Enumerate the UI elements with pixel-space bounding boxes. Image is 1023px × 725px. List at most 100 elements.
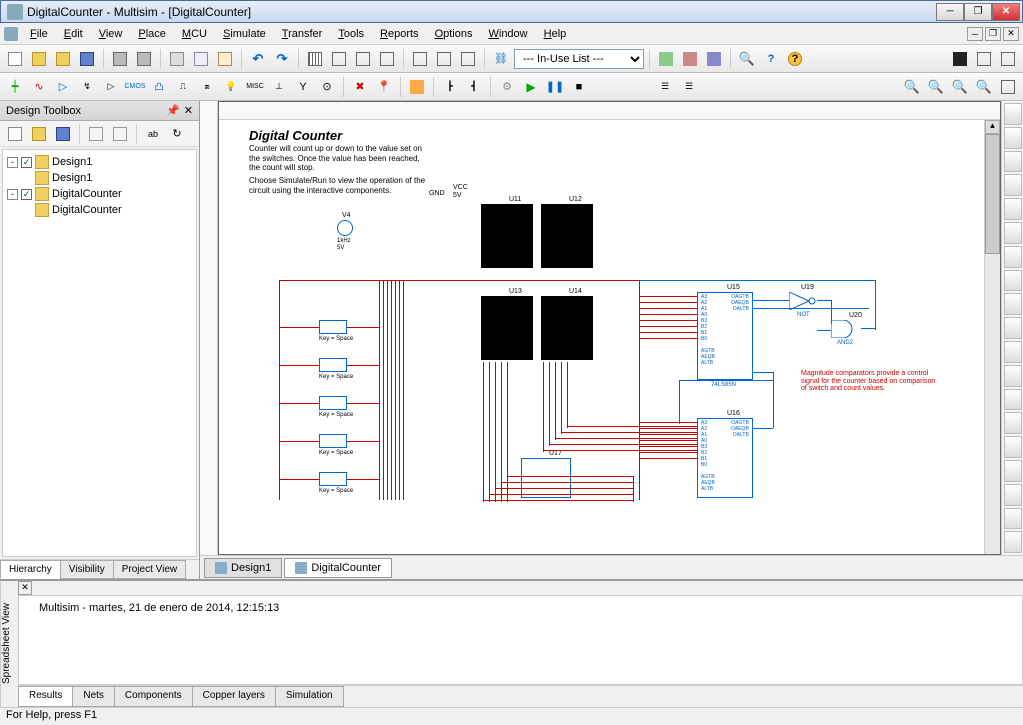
design-tree[interactable]: -✓Design1Design1-✓DigitalCounterDigitalC… [2,149,197,557]
instrument-network[interactable] [1004,412,1022,434]
grid-btn-1[interactable] [304,48,326,70]
tree-node-digitalcounter[interactable]: -✓DigitalCounter [7,186,192,202]
place-resistor-button[interactable]: ∿ [28,76,50,98]
mdi-close-button[interactable]: ✕ [1003,27,1019,41]
menu-reports[interactable]: Reports [372,26,427,42]
spreadsheet-tab-simulation[interactable]: Simulation [275,686,344,707]
menu-edit[interactable]: Edit [56,26,91,42]
spreadsheet-tab-copper-layers[interactable]: Copper layers [192,686,276,707]
run-button[interactable]: ▶ [520,76,542,98]
tool-btn-b[interactable] [679,48,701,70]
fullscreen-button[interactable] [997,76,1019,98]
probe-button[interactable]: ✖ [349,76,371,98]
zoom-out-button[interactable]: 🔍 [925,76,947,98]
grid-btn-2[interactable] [328,48,350,70]
toolbox-save-button[interactable] [52,123,74,145]
instrument-multimeter[interactable] [1004,103,1022,125]
doc-tab-digitalcounter[interactable]: DigitalCounter [284,558,392,578]
toolbox-btn-b[interactable] [109,123,131,145]
open-button[interactable] [28,48,50,70]
place-mixed-button[interactable]: ⧈ [196,76,218,98]
layout-btn-1[interactable] [409,48,431,70]
spreadsheet-tab-nets[interactable]: Nets [72,686,115,707]
spreadsheet-close-button[interactable]: ✕ [18,581,32,595]
component-wizard-button[interactable] [406,76,428,98]
spreadsheet-tab-results[interactable]: Results [18,686,73,707]
switch-btn-1[interactable] [949,48,971,70]
menu-help[interactable]: Help [536,26,575,42]
layout-btn-2[interactable] [433,48,455,70]
tool-btn-a[interactable] [655,48,677,70]
tool-btn-c[interactable] [703,48,725,70]
instrument-iv[interactable] [1004,341,1022,363]
place-transistor-button[interactable]: ↯ [76,76,98,98]
instrument-agilent-mm[interactable] [1004,460,1022,482]
print-button[interactable] [109,48,131,70]
stop-button[interactable]: ■ [568,76,590,98]
instrument-function-gen[interactable] [1004,127,1022,149]
switch-1[interactable] [319,320,347,334]
tree-node-design1[interactable]: Design1 [7,170,192,186]
instrument-labview[interactable] [1004,531,1022,553]
menu-place[interactable]: Place [130,26,174,42]
layout-btn-3[interactable] [457,48,479,70]
link-btn[interactable]: ⛓ [490,48,512,70]
place-antenna-button[interactable]: Y [292,76,314,98]
zoom-in-button[interactable]: 🔍 [901,76,923,98]
menu-file[interactable]: File [22,26,56,42]
toolbox-new-button[interactable] [4,123,26,145]
toolbox-refresh-button[interactable]: ↻ [166,123,188,145]
switch-4[interactable] [319,434,347,448]
instrument-word-gen[interactable] [1004,270,1022,292]
switch-3[interactable] [319,396,347,410]
menu-mcu[interactable]: MCU [174,26,215,42]
menu-view[interactable]: View [91,26,131,42]
place-cmos-button[interactable]: CMOS [124,76,146,98]
minimize-button[interactable]: ─ [936,3,964,21]
toolbox-open-button[interactable] [28,123,50,145]
place-electromech-button[interactable]: ⊙ [316,76,338,98]
switch-btn-2[interactable] [973,48,995,70]
undo-button[interactable]: ↶ [247,48,269,70]
in-use-list-dropdown[interactable]: --- In-Use List --- [514,49,644,69]
align-btn-1[interactable]: ☰ [654,76,676,98]
toolbox-rename-button[interactable]: ab [142,123,164,145]
place-indicator-button[interactable]: 💡 [220,76,242,98]
pause-button[interactable]: ❚❚ [544,76,566,98]
place-rf-button[interactable]: ⊥ [268,76,290,98]
place-diode-button[interactable]: ▷ [52,76,74,98]
cut-button[interactable] [166,48,188,70]
toolbox-tab-hierarchy[interactable]: Hierarchy [0,560,61,579]
mdi-restore-button[interactable]: ❐ [985,27,1001,41]
open-samples-button[interactable] [52,48,74,70]
spreadsheet-tab-components[interactable]: Components [114,686,193,707]
mdi-minimize-button[interactable]: ─ [967,27,983,41]
tree-node-design1[interactable]: -✓Design1 [7,154,192,170]
print-preview-button[interactable] [133,48,155,70]
redo-button[interactable]: ↷ [271,48,293,70]
maximize-button[interactable]: ❐ [964,3,992,21]
instrument-logic-converter[interactable] [1004,317,1022,339]
instrument-logic-analyzer[interactable] [1004,293,1022,315]
place-misc-button[interactable]: MISC [244,76,266,98]
toolbox-btn-a[interactable] [85,123,107,145]
zoom-fit-button[interactable]: 🔍 [973,76,995,98]
place-ttl-button[interactable]: 凸 [148,76,170,98]
help-question-button[interactable]: ? [760,48,782,70]
instrument-wattmeter[interactable] [1004,151,1022,173]
canvas-scroll-vertical[interactable]: ▲ ▼ [984,120,1000,555]
paste-button[interactable] [214,48,236,70]
toolbox-close-button[interactable]: ✕ [184,104,193,117]
menu-tools[interactable]: Tools [330,26,372,42]
instrument-oscilloscope[interactable] [1004,174,1022,196]
instrument-tek-osc[interactable] [1004,508,1022,530]
copy-button[interactable] [190,48,212,70]
probe-pin-button[interactable]: 📍 [373,76,395,98]
align-btn-2[interactable]: ☰ [678,76,700,98]
toolbox-autohide-button[interactable]: 📌 [166,104,180,117]
zoom-area-button[interactable]: 🔍 [949,76,971,98]
instrument-freq-counter[interactable] [1004,246,1022,268]
search-button[interactable]: 🔍 [736,48,758,70]
switch-5[interactable] [319,472,347,486]
grid-btn-3[interactable] [352,48,374,70]
